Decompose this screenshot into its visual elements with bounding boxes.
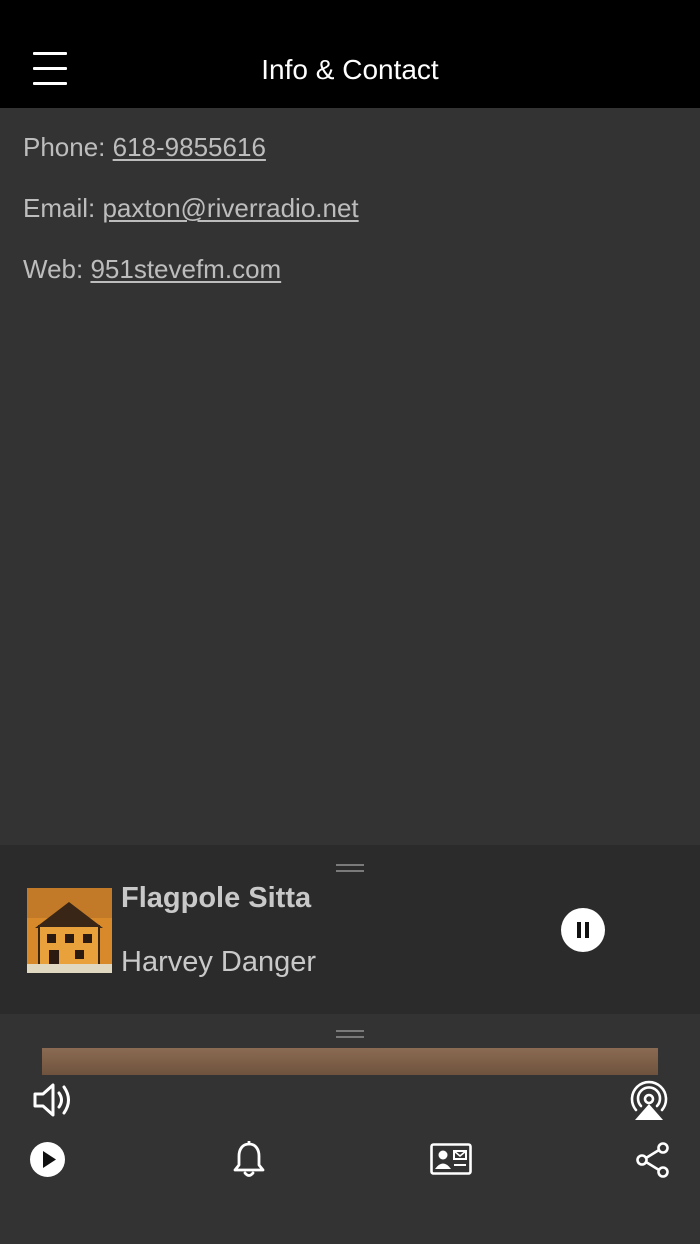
drag-handle-secondary[interactable]	[336, 1030, 364, 1038]
email-link[interactable]: paxton@riverradio.net	[102, 193, 358, 223]
drag-handle[interactable]	[336, 864, 364, 872]
volume-icon[interactable]	[32, 1080, 74, 1120]
email-label: Email:	[23, 193, 103, 223]
airplay-icon[interactable]	[627, 1080, 671, 1122]
phone-row: Phone: 618-9855616	[23, 130, 266, 164]
contact-info-panel: Phone: 618-9855616 Email: paxton@riverra…	[0, 108, 700, 845]
share-icon[interactable]	[635, 1142, 671, 1178]
pause-icon	[577, 922, 581, 938]
page-title: Info & Contact	[261, 54, 439, 85]
bell-icon[interactable]	[232, 1140, 266, 1179]
app-header: Info & Contact	[0, 0, 700, 108]
contact-card-icon[interactable]	[430, 1143, 472, 1175]
bottom-controls	[0, 1014, 700, 1244]
phone-link[interactable]: 618-9855616	[113, 132, 266, 162]
ad-banner[interactable]	[42, 1048, 658, 1075]
web-label: Web:	[23, 254, 91, 284]
phone-label: Phone:	[23, 132, 113, 162]
play-icon[interactable]	[29, 1141, 66, 1178]
web-row: Web: 951stevefm.com	[23, 252, 281, 286]
album-art	[27, 888, 112, 973]
artist-name: Harvey Danger	[121, 946, 317, 978]
now-playing-bar[interactable]: Flagpole Sitta Harvey Danger	[0, 845, 700, 1014]
email-row: Email: paxton@riverradio.net	[23, 191, 359, 225]
web-link[interactable]: 951stevefm.com	[90, 254, 281, 284]
pause-button[interactable]	[561, 908, 605, 952]
song-title: Flagpole Sitta	[121, 882, 312, 914]
